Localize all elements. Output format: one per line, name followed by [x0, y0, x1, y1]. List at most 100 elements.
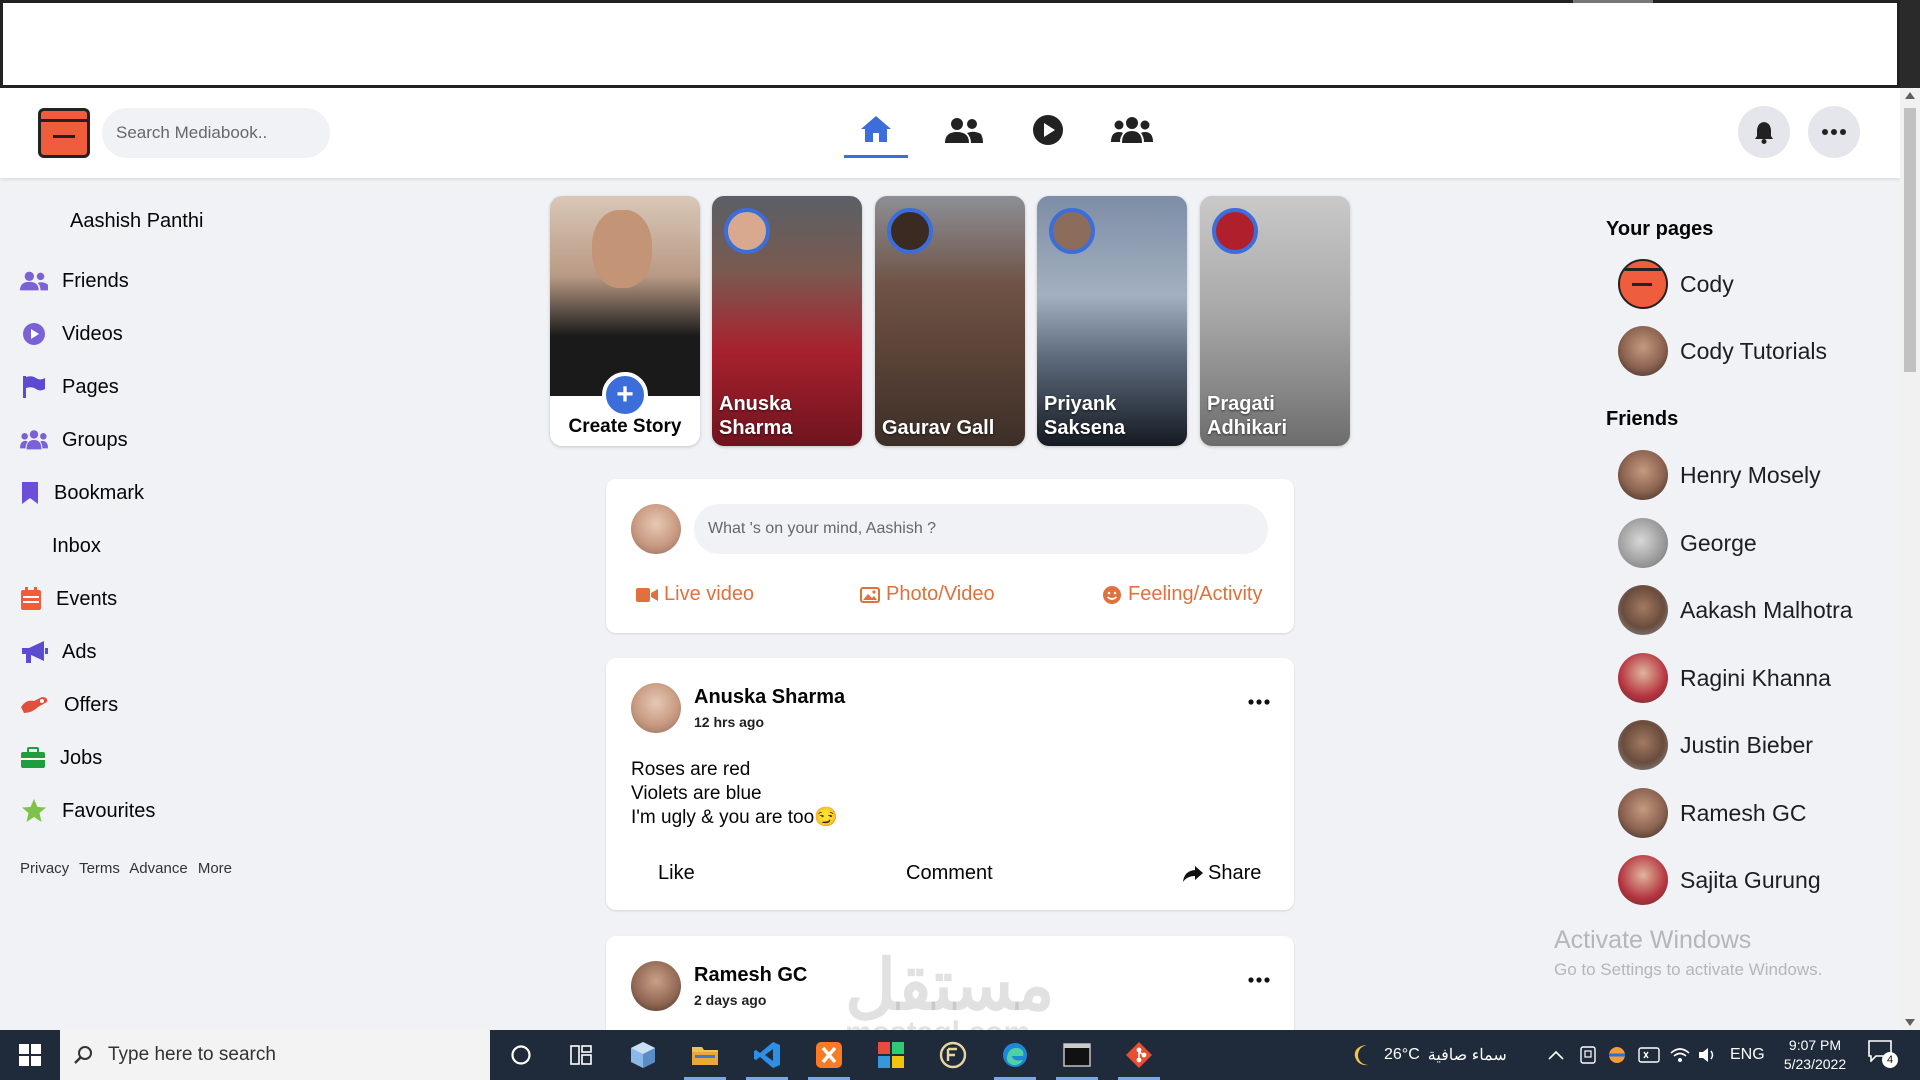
your-pages-title: Your pages — [1606, 218, 1714, 240]
windows-icon — [19, 1044, 41, 1066]
sidebar-item-favourites[interactable]: Favourites — [20, 796, 155, 826]
tray-language[interactable]: ENG — [1730, 1030, 1765, 1080]
task-view-button[interactable] — [550, 1030, 612, 1080]
offer-icon — [20, 692, 50, 718]
taskbar-clock[interactable]: 9:07 PM 5/23/2022 — [1770, 1036, 1860, 1074]
scroll-down-icon[interactable] — [1905, 1019, 1915, 1026]
search-input[interactable] — [102, 108, 330, 158]
story-card[interactable]: Priyank Saksena — [1037, 196, 1187, 446]
live-video-button[interactable]: Live video — [636, 583, 754, 606]
avatar[interactable] — [631, 961, 681, 1011]
taskbar-xampp[interactable] — [798, 1030, 860, 1080]
page-scrollbar[interactable] — [1900, 88, 1920, 1030]
friends-icon — [20, 268, 48, 294]
create-story-card[interactable]: + Create Story — [550, 196, 700, 446]
post-author[interactable]: Anuska Sharma — [694, 686, 845, 709]
friend-item[interactable]: Ramesh GC — [1618, 787, 1807, 839]
avatar — [1618, 720, 1668, 770]
nav-groups-button[interactable] — [1100, 102, 1164, 158]
sidebar-item-groups[interactable]: Groups — [20, 425, 128, 455]
like-button[interactable]: Like — [658, 862, 695, 885]
sidebar-item-bookmark[interactable]: Bookmark — [20, 478, 144, 508]
tray-chevron[interactable] — [1548, 1030, 1564, 1080]
avatar — [1618, 518, 1668, 568]
friend-item[interactable]: Sajita Gurung — [1618, 854, 1821, 906]
taskbar-edge[interactable] — [984, 1030, 1046, 1080]
taskbar-app-round[interactable] — [922, 1030, 984, 1080]
taskbar-app-3d[interactable] — [612, 1030, 674, 1080]
story-card[interactable]: Anuska Sharma — [712, 196, 862, 446]
friend-item[interactable]: Henry Mosely — [1618, 449, 1821, 501]
tray-wifi[interactable] — [1670, 1030, 1690, 1080]
megaphone-icon — [20, 639, 48, 665]
groups-icon — [20, 427, 48, 453]
story-card[interactable]: Pragati Adhikari — [1200, 196, 1350, 446]
create-story-label: Create Story — [568, 416, 682, 437]
friend-item[interactable]: George — [1618, 517, 1757, 569]
sidebar-item-events[interactable]: Events — [20, 584, 117, 614]
sidebar-item-offers[interactable]: Offers — [20, 690, 118, 720]
share-button[interactable]: Share — [1182, 862, 1261, 885]
tray-input[interactable] — [1638, 1030, 1660, 1080]
nav-watch-button[interactable] — [1016, 102, 1080, 158]
comment-button[interactable]: Comment — [906, 862, 993, 885]
friend-item[interactable]: Aakash Malhotra — [1618, 584, 1853, 636]
profile-name[interactable]: Aashish Panthi — [70, 210, 203, 233]
taskbar-git[interactable] — [1108, 1030, 1170, 1080]
status-input[interactable] — [694, 504, 1268, 554]
post-options-button[interactable] — [1248, 970, 1270, 988]
sidebar-item-label: Groups — [62, 428, 128, 451]
sidebar-item-jobs[interactable]: Jobs — [20, 743, 102, 773]
sidebar-item-ads[interactable]: Ads — [20, 637, 96, 667]
avatar[interactable] — [631, 683, 681, 733]
tray-device[interactable] — [1580, 1030, 1596, 1080]
friend-item[interactable]: Ragini Khanna — [1618, 652, 1831, 704]
story-card[interactable]: Gaurav Gall — [875, 196, 1025, 446]
taskbar-file-explorer[interactable] — [674, 1030, 736, 1080]
footer-links: Privacy Terms Advance More — [20, 860, 238, 877]
tray-volume[interactable] — [1698, 1030, 1718, 1080]
footer-link-advance[interactable]: Advance — [129, 860, 187, 877]
more-menu-button[interactable] — [1808, 106, 1860, 158]
photo-icon — [860, 586, 880, 603]
footer-link-terms[interactable]: Terms — [79, 860, 120, 877]
post-options-button[interactable] — [1248, 692, 1270, 710]
mediabook-logo[interactable] — [38, 108, 90, 158]
more-icon — [1248, 699, 1270, 705]
nav-home-button[interactable] — [844, 102, 908, 158]
sidebar-item-pages[interactable]: Pages — [20, 372, 119, 402]
feeling-activity-button[interactable]: Feeling/Activity — [1102, 583, 1263, 606]
start-button[interactable] — [0, 1030, 60, 1080]
sidebar-item-label: Pages — [62, 375, 119, 398]
taskbar-office[interactable] — [860, 1030, 922, 1080]
plus-icon[interactable]: + — [602, 372, 648, 418]
taskbar-vscode[interactable] — [736, 1030, 798, 1080]
sidebar-item-videos[interactable]: Videos — [20, 319, 123, 349]
scroll-up-icon[interactable] — [1905, 92, 1915, 99]
tray-app[interactable] — [1608, 1030, 1626, 1080]
footer-link-more[interactable]: More — [198, 860, 232, 877]
sidebar-item-inbox[interactable]: Inbox — [20, 531, 101, 561]
sidebar-item-label: Offers — [64, 693, 119, 716]
sidebar-item-friends[interactable]: Friends — [20, 266, 129, 296]
taskbar-terminal[interactable] — [1046, 1030, 1108, 1080]
notification-count: 4 — [1882, 1052, 1898, 1068]
edge-icon — [1003, 1043, 1027, 1067]
notifications-button[interactable] — [1738, 106, 1790, 158]
page-item[interactable]: Cody — [1618, 258, 1734, 310]
cortana-button[interactable] — [490, 1030, 552, 1080]
avatar — [1618, 653, 1668, 703]
window-edge — [1900, 0, 1920, 88]
post-author[interactable]: Ramesh GC — [694, 964, 807, 987]
weather-widget[interactable]: 26°C سماء صافية — [1352, 1030, 1507, 1080]
action-center-button[interactable]: 4 — [1868, 1030, 1898, 1080]
friend-item[interactable]: Justin Bieber — [1618, 719, 1813, 771]
scrollbar-thumb[interactable] — [1904, 108, 1916, 372]
avatar — [631, 504, 681, 554]
footer-link-privacy[interactable]: Privacy — [20, 860, 69, 877]
nav-friends-button[interactable] — [932, 102, 996, 158]
page-item[interactable]: Cody Tutorials — [1618, 325, 1827, 377]
photo-video-button[interactable]: Photo/Video — [860, 583, 995, 606]
taskbar-search[interactable]: Type here to search — [60, 1030, 490, 1080]
story-author: Pragati Adhikari — [1207, 393, 1288, 439]
